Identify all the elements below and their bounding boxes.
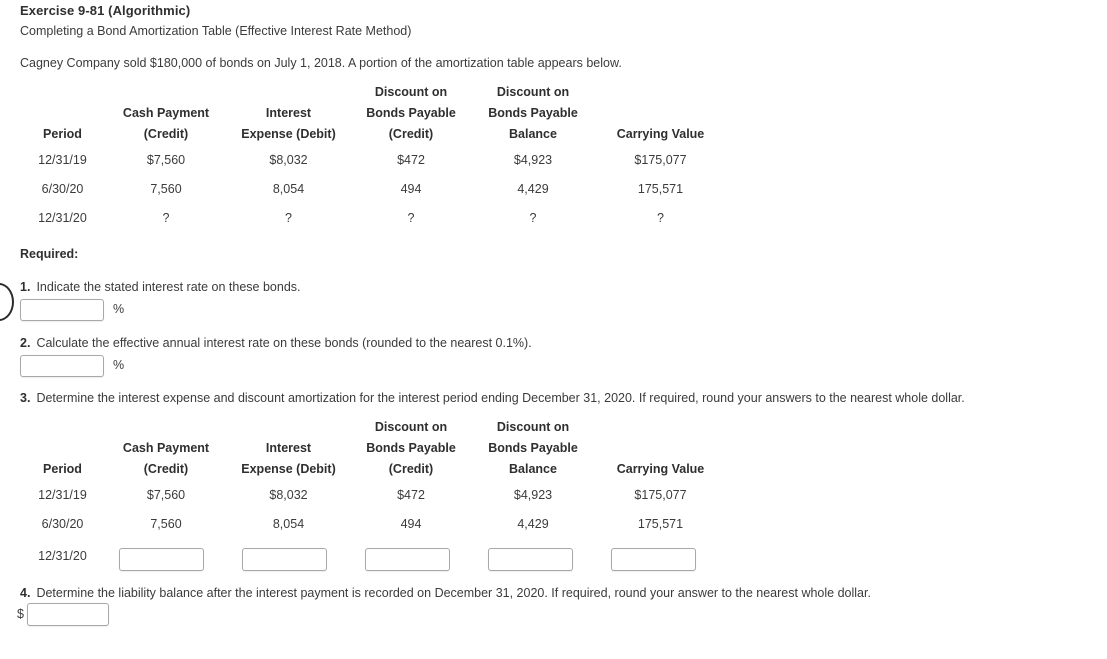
table-row: 12/31/19 $7,560 $8,032 $472 $4,923 $175,… [20, 146, 727, 175]
question-2-text: Calculate the effective annual interest … [36, 336, 532, 350]
header-interest-expense: Interest Expense (Debit) [241, 106, 336, 141]
header-cash-payment: Cash Payment (Credit) [122, 106, 210, 141]
cell-interest-expense: $8,032 [269, 153, 308, 167]
cell-cash-payment: ? [162, 211, 170, 225]
cell-carrying-value: ? [657, 211, 664, 225]
cell-period: 12/31/20 [38, 548, 87, 563]
cell-discount-balance: $4,923 [513, 153, 553, 167]
question-2-number: 2. [20, 336, 31, 350]
cell-carrying-value: $175,077 [634, 153, 687, 167]
header-period: Period [43, 462, 82, 476]
question-4-text: Determine the liability balance after th… [36, 586, 871, 600]
cell-interest-expense: ? [285, 211, 292, 225]
cell-discount-credit: ? [407, 211, 415, 225]
cell-interest-expense: 8,054 [272, 182, 305, 196]
cell-period: 6/30/20 [41, 182, 84, 196]
table-row: 6/30/20 7,560 8,054 494 4,429 175,571 [20, 510, 727, 539]
header-discount-balance: Discount on Bonds Payable Balance [488, 420, 578, 476]
table-header-row: Period Cash Payment (Credit) Interest Ex… [20, 417, 727, 481]
cell-cash-payment: 7,560 [150, 182, 182, 196]
question-4-number: 4. [20, 586, 31, 600]
cell-discount-balance: $4,923 [513, 488, 553, 502]
cell-discount-balance: ? [529, 211, 537, 225]
header-cash-payment: Cash Payment (Credit) [122, 441, 210, 476]
question-4-dollar-sign: $ [17, 607, 24, 621]
cursor-ring-artifact [0, 283, 14, 321]
cell-cash-payment: 7,560 [150, 517, 182, 531]
stated-interest-rate-input[interactable] [20, 299, 104, 321]
table-header-row: Period Cash Payment (Credit) Interest Ex… [20, 82, 727, 146]
cell-carrying-value: $175,077 [634, 488, 687, 502]
question-1-percent-sign: % [113, 302, 125, 316]
header-discount-credit: Discount on Bonds Payable (Credit) [366, 85, 456, 141]
question-3: 3. Determine the interest expense and dis… [20, 391, 965, 405]
cell-carrying-value: 175,571 [637, 182, 684, 196]
table-row: 12/31/19 $7,560 $8,032 $472 $4,923 $175,… [20, 481, 727, 510]
question-3-text: Determine the interest expense and disco… [36, 391, 965, 405]
cell-period: 12/31/20 [38, 211, 87, 225]
question-1-text: Indicate the stated interest rate on the… [36, 280, 301, 294]
effective-interest-rate-input[interactable] [20, 355, 104, 377]
liability-balance-input[interactable] [27, 603, 109, 626]
table-row: 6/30/20 7,560 8,054 494 4,429 175,571 [20, 175, 727, 204]
cell-cash-payment: $7,560 [146, 153, 186, 167]
amortization-table-given: Period Cash Payment (Credit) Interest Ex… [20, 82, 727, 233]
interest-expense-input[interactable] [242, 548, 327, 571]
cell-discount-credit: $472 [397, 488, 425, 502]
cell-discount-balance: 4,429 [517, 517, 549, 531]
cell-discount-credit: $472 [397, 153, 425, 167]
question-4: 4. Determine the liability balance after … [20, 586, 871, 600]
cell-discount-credit: 494 [400, 182, 422, 196]
carrying-value-input[interactable] [611, 548, 696, 571]
exercise-intro-text: Cagney Company sold $180,000 of bonds on… [20, 56, 622, 70]
exercise-page: Exercise 9-81 (Algorithmic) Completing a… [0, 0, 1107, 659]
cell-carrying-value: 175,571 [637, 517, 684, 531]
table-row: 12/31/20 ? ? ? ? ? [20, 204, 727, 233]
cell-period: 12/31/19 [38, 488, 87, 502]
cell-period: 12/31/19 [38, 153, 87, 167]
cell-interest-expense: $8,032 [269, 488, 308, 502]
cell-discount-balance: 4,429 [517, 182, 549, 196]
required-label: Required: [20, 247, 79, 261]
header-carrying-value: Carrying Value [616, 462, 705, 476]
question-1: 1. Indicate the stated interest rate on t… [20, 280, 301, 294]
cash-payment-input[interactable] [119, 548, 204, 571]
discount-credit-input[interactable] [365, 548, 450, 571]
cell-period: 6/30/20 [41, 517, 84, 531]
header-discount-balance: Discount on Bonds Payable Balance [488, 85, 578, 141]
question-2-percent-sign: % [113, 358, 125, 372]
question-1-number: 1. [20, 280, 31, 294]
cell-interest-expense: 8,054 [272, 517, 305, 531]
question-2: 2. Calculate the effective annual interes… [20, 336, 532, 350]
exercise-subtitle: Completing a Bond Amortization Table (Ef… [20, 24, 412, 38]
cell-discount-credit: 494 [400, 517, 422, 531]
header-interest-expense: Interest Expense (Debit) [241, 441, 336, 476]
header-period: Period [43, 127, 82, 141]
header-carrying-value: Carrying Value [616, 127, 705, 141]
discount-balance-input[interactable] [488, 548, 573, 571]
question-3-number: 3. [20, 391, 31, 405]
exercise-title: Exercise 9-81 (Algorithmic) [20, 3, 191, 18]
cell-cash-payment: $7,560 [146, 488, 186, 502]
header-discount-credit: Discount on Bonds Payable (Credit) [366, 420, 456, 476]
